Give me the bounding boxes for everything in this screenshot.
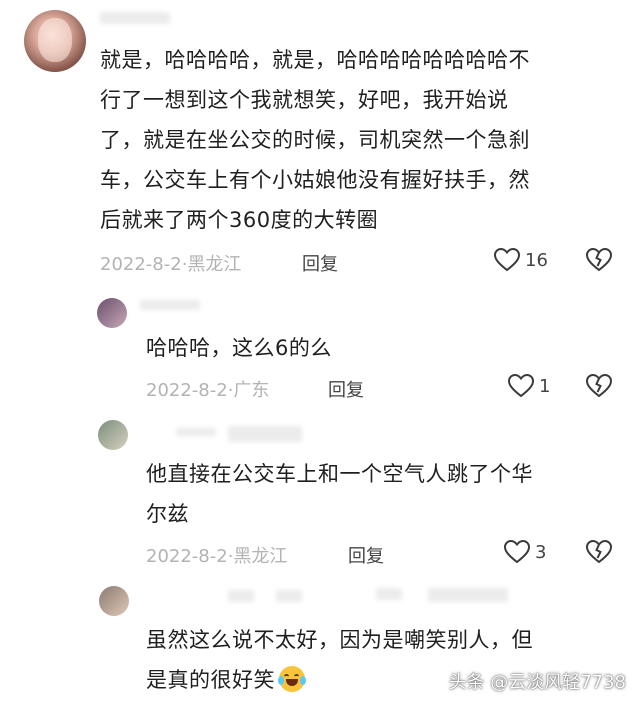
like-count: 1 <box>539 376 551 397</box>
comment-text: 哈哈哈，这么6的么 <box>146 328 332 368</box>
reply-button[interactable]: 回复 <box>302 250 338 276</box>
heart-outline-icon[interactable] <box>508 374 534 398</box>
watermark: 头条 @云淡风轻7738 <box>448 672 626 693</box>
comment-text: 他直接在公交车上和一个空气人跳了个华 尔兹 <box>146 454 533 534</box>
heart-outline-icon[interactable] <box>494 248 520 272</box>
comment-line: 车，公交车上有个小姑娘他没有握好扶手，然 <box>100 168 530 192</box>
username-redacted <box>276 590 302 602</box>
broken-heart-icon[interactable] <box>586 248 612 272</box>
comment-date: 2022-8-2 <box>146 380 228 401</box>
comment-meta: 2022-8-2·黑龙江 <box>146 542 287 568</box>
broken-heart-icon[interactable] <box>586 540 612 564</box>
comment-line: 后就来了两个360度的大转圈 <box>100 208 379 232</box>
username-redacted <box>376 588 402 600</box>
comment-meta: 2022-8-2·广东 <box>146 376 269 402</box>
comment-location: 黑龙江 <box>187 254 242 275</box>
comment-line: 了，就是在坐公交的时候，司机突然一个急刹 <box>100 128 530 152</box>
avatar[interactable] <box>99 586 129 616</box>
comment-line: 他直接在公交车上和一个空气人跳了个华 <box>146 462 533 486</box>
comment-line: 虽然这么说不太好，因为是嘲笑别人，但 <box>146 628 533 652</box>
comment-text: 就是，哈哈哈哈，就是，哈哈哈哈哈哈哈哈不 行了一想到这个我就想笑，好吧，我开始说… <box>100 40 530 240</box>
comment-location: 黑龙江 <box>233 546 288 567</box>
comment-line: 行了一想到这个我就想笑，好吧，我开始说 <box>100 88 509 112</box>
comment-line: 尔兹 <box>146 502 189 526</box>
username-redacted <box>100 12 170 24</box>
comment-line-text: 是真的很好笑 <box>146 668 275 692</box>
comment-date: 2022-8-2 <box>100 254 182 275</box>
username-redacted <box>140 300 200 310</box>
like-count: 3 <box>535 542 547 563</box>
reply-button[interactable]: 回复 <box>328 376 364 402</box>
crying-laughing-emoji-icon <box>278 666 306 692</box>
username-redacted <box>228 590 254 602</box>
heart-outline-icon[interactable] <box>504 540 530 564</box>
comment-line: 就是，哈哈哈哈，就是，哈哈哈哈哈哈哈哈不 <box>100 48 530 72</box>
username-redacted <box>228 426 302 442</box>
comment-location: 广东 <box>233 380 270 401</box>
comment-line: 哈哈哈，这么6的么 <box>146 336 332 360</box>
username-redacted <box>176 428 216 436</box>
comment-date: 2022-8-2 <box>146 546 228 567</box>
like-count: 16 <box>525 250 548 271</box>
avatar[interactable] <box>97 298 127 328</box>
broken-heart-icon[interactable] <box>586 374 612 398</box>
avatar[interactable] <box>24 10 86 72</box>
avatar[interactable] <box>98 420 128 450</box>
username-redacted <box>428 588 508 602</box>
reply-button[interactable]: 回复 <box>348 542 384 568</box>
comment-meta: 2022-8-2·黑龙江 <box>100 250 241 276</box>
